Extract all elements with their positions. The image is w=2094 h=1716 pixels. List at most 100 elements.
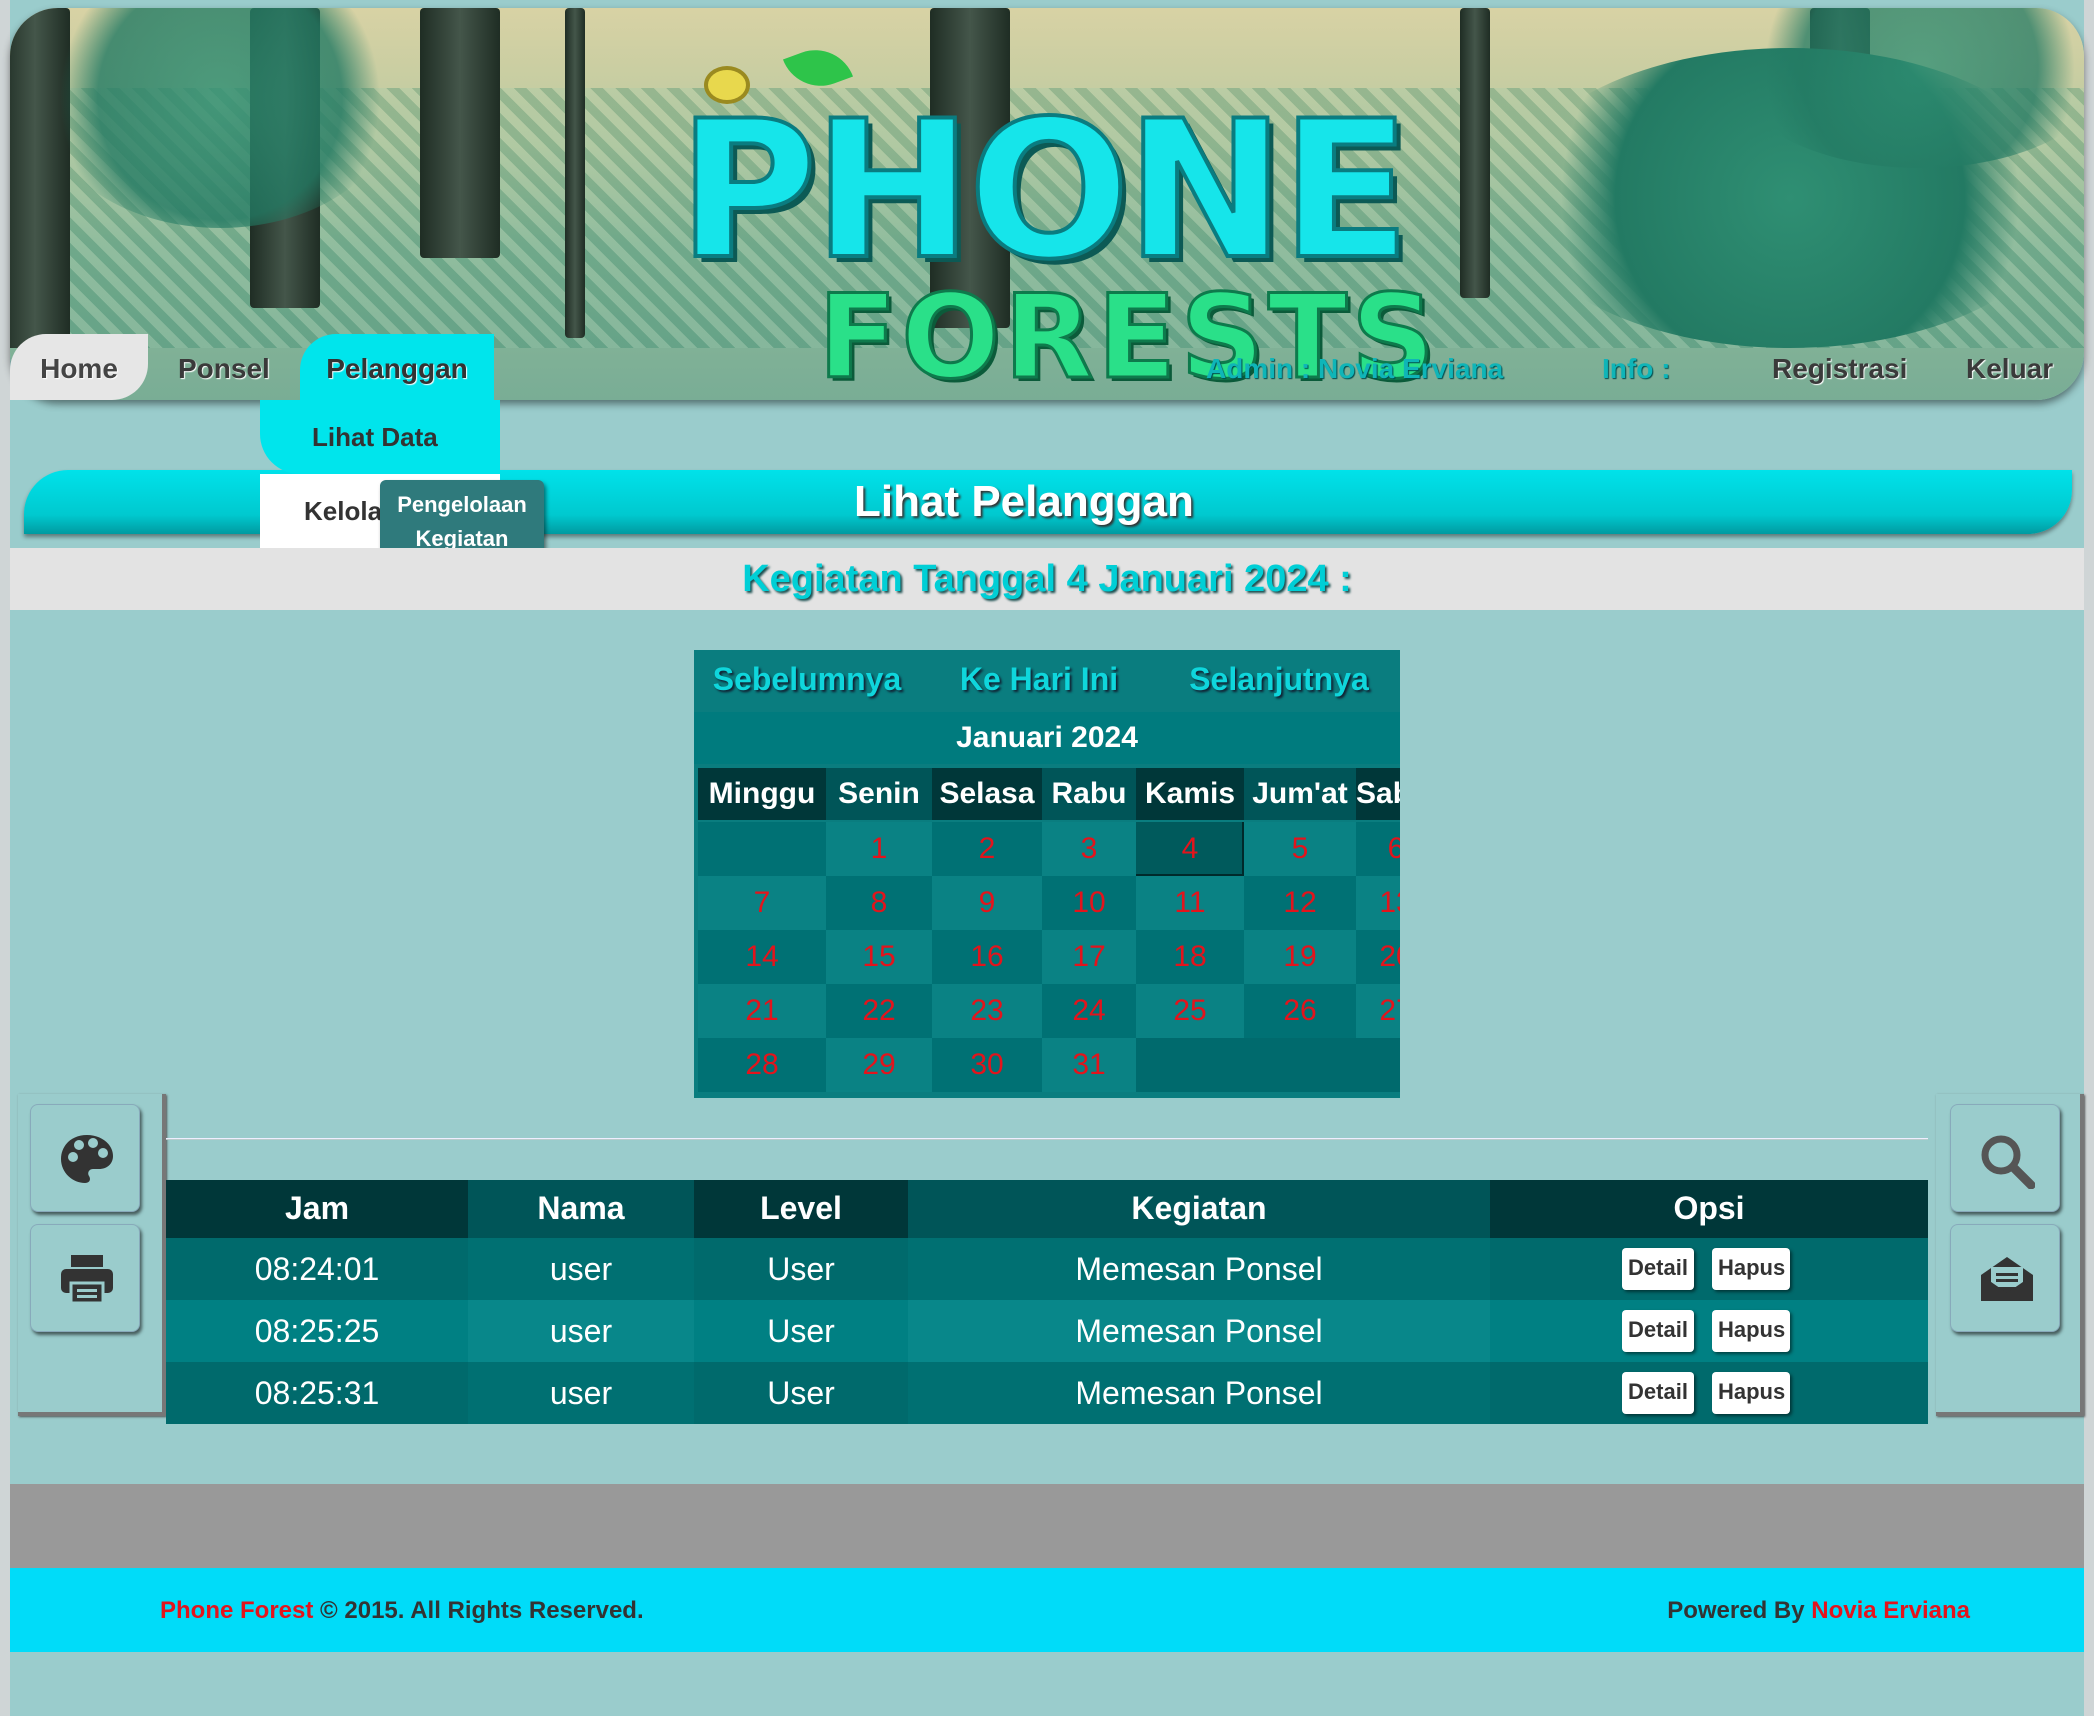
column-header-jam: Jam <box>166 1180 468 1238</box>
calendar-empty-cell <box>1136 1038 1244 1092</box>
calendar-day-cell[interactable]: 15 <box>826 930 932 984</box>
author-link[interactable]: Novia Erviana <box>1811 1597 1970 1624</box>
left-tool-panel <box>18 1094 166 1416</box>
table-cell-kegiatan: Memesan Ponsel <box>908 1300 1490 1362</box>
calendar-day-header: Sabtu <box>1356 768 1400 820</box>
detail-button[interactable]: Detail <box>1622 1310 1694 1352</box>
table-cell-level: User <box>694 1300 908 1362</box>
calendar-empty-cell <box>698 822 826 876</box>
hapus-button[interactable]: Hapus <box>1712 1310 1790 1352</box>
calendar-day-cell[interactable]: 30 <box>932 1038 1042 1092</box>
calendar-month: Januari 2024 <box>694 712 1400 764</box>
calendar-day-cell[interactable]: 29 <box>826 1038 932 1092</box>
calendar-day-cell[interactable]: 21 <box>698 984 826 1038</box>
calendar-next-link[interactable]: Selanjutnya <box>1158 650 1400 710</box>
copyright: Phone Forest © 2015. All Rights Reserved… <box>160 1568 644 1654</box>
column-header-kegiatan: Kegiatan <box>908 1180 1490 1238</box>
nav-registrasi[interactable]: Registrasi <box>1772 334 1907 400</box>
page-title: Lihat Pelanggan <box>854 477 1194 526</box>
calendar-day-cell[interactable]: 12 <box>1244 876 1356 930</box>
calendar-day-cell[interactable]: 16 <box>932 930 1042 984</box>
powered-by-text: Powered By <box>1667 1597 1812 1624</box>
admin-name-label: Admin : Novia Erviana <box>1206 353 1504 384</box>
nav-home[interactable]: Home <box>10 334 148 400</box>
calendar-day-cell[interactable]: 4 <box>1136 822 1244 876</box>
calendar-day-cell[interactable]: 6 <box>1356 822 1400 876</box>
nav-keluar[interactable]: Keluar <box>1966 334 2053 400</box>
column-header-nama: Nama <box>468 1180 694 1238</box>
calendar-day-cell[interactable]: 31 <box>1042 1038 1136 1092</box>
calendar-day-cell[interactable]: 3 <box>1042 822 1136 876</box>
calendar-day-cell[interactable]: 7 <box>698 876 826 930</box>
calendar-day-header: Rabu <box>1042 768 1136 820</box>
calendar-day-cell[interactable]: 13 <box>1356 876 1400 930</box>
calendar-day-cell[interactable]: 2 <box>932 822 1042 876</box>
calendar-day-cell[interactable]: 26 <box>1244 984 1356 1038</box>
nav-ponsel[interactable]: Ponsel <box>178 334 270 400</box>
calendar-day-header: Minggu <box>698 768 826 820</box>
calendar-day-cell[interactable]: 18 <box>1136 930 1244 984</box>
table-cell-nama: user <box>468 1362 694 1424</box>
calendar-day-cell[interactable]: 20 <box>1356 930 1400 984</box>
palette-icon <box>61 1135 113 1183</box>
calendar-day-cell[interactable]: 28 <box>698 1038 826 1092</box>
calendar-day-cell[interactable]: 25 <box>1136 984 1244 1038</box>
nav-pelanggan[interactable]: Pelanggan <box>300 334 494 400</box>
main-nav: Home Ponsel Pelanggan Admin : Novia Ervi… <box>10 334 2084 400</box>
mail-button[interactable] <box>1950 1224 2060 1332</box>
calendar-day-cell[interactable]: 17 <box>1042 930 1136 984</box>
table-cell-kegiatan: Memesan Ponsel <box>908 1362 1490 1424</box>
calendar: Sebelumnya Ke Hari Ini Selanjutnya Janua… <box>694 650 1400 1098</box>
calendar-day-cell[interactable]: 14 <box>698 930 826 984</box>
footer-spacer <box>10 1484 2084 1568</box>
table-cell-opsi: Detail Hapus <box>1490 1362 1928 1424</box>
calendar-empty-cell <box>1244 1038 1356 1092</box>
logo-text-phone: PHONE <box>676 80 1413 301</box>
powered-by: Powered By Novia Erviana <box>1667 1568 1970 1654</box>
calendar-day-cell[interactable]: 9 <box>932 876 1042 930</box>
table-cell-nama: user <box>468 1238 694 1300</box>
printer-icon <box>61 1255 113 1305</box>
calendar-day-header: Kamis <box>1136 768 1244 820</box>
calendar-day-cell[interactable]: 23 <box>932 984 1042 1038</box>
calendar-day-cell[interactable]: 8 <box>826 876 932 930</box>
calendar-today-link[interactable]: Ke Hari Ini <box>920 650 1158 710</box>
calendar-day-cell[interactable]: 10 <box>1042 876 1136 930</box>
detail-button[interactable]: Detail <box>1622 1248 1694 1290</box>
calendar-day-cell[interactable]: 22 <box>826 984 932 1038</box>
dropdown-lihat-data[interactable]: Lihat Data <box>260 400 500 474</box>
search-icon <box>1981 1135 2035 1189</box>
column-header-level: Level <box>694 1180 908 1238</box>
hapus-button[interactable]: Hapus <box>1712 1248 1790 1290</box>
divider <box>166 1138 1928 1140</box>
tooltip-line: Pengelolaan <box>397 492 527 517</box>
calendar-day-header: Senin <box>826 768 932 820</box>
calendar-empty-cell <box>1356 1038 1400 1092</box>
calendar-day-cell[interactable]: 1 <box>826 822 932 876</box>
theme-button[interactable] <box>30 1104 140 1212</box>
calendar-day-header: Jum'at <box>1244 768 1356 820</box>
calendar-day-cell[interactable]: 19 <box>1244 930 1356 984</box>
footer: Phone Forest © 2015. All Rights Reserved… <box>10 1568 2084 1652</box>
table-cell-kegiatan: Memesan Ponsel <box>908 1238 1490 1300</box>
table-cell-level: User <box>694 1362 908 1424</box>
print-button[interactable] <box>30 1224 140 1332</box>
right-tool-panel <box>1936 1094 2084 1416</box>
footer-brand-link[interactable]: Phone Forest <box>160 1597 313 1624</box>
table-cell-jam: 08:24:01 <box>166 1238 468 1300</box>
hapus-button[interactable]: Hapus <box>1712 1372 1790 1414</box>
activity-date-heading: Kegiatan Tanggal 4 Januari 2024 : <box>10 548 2084 610</box>
table-cell-opsi: Detail Hapus <box>1490 1300 1928 1362</box>
calendar-day-cell[interactable]: 24 <box>1042 984 1136 1038</box>
detail-button[interactable]: Detail <box>1622 1372 1694 1414</box>
nav-info[interactable]: Info : <box>1602 334 1670 400</box>
search-button[interactable] <box>1950 1104 2060 1212</box>
table-cell-opsi: Detail Hapus <box>1490 1238 1928 1300</box>
copyright-text: © 2015. All Rights Reserved. <box>313 1597 644 1624</box>
calendar-day-cell[interactable]: 11 <box>1136 876 1244 930</box>
table-cell-nama: user <box>468 1300 694 1362</box>
calendar-prev-link[interactable]: Sebelumnya <box>694 650 920 710</box>
mail-icon <box>1981 1257 2033 1301</box>
calendar-day-cell[interactable]: 5 <box>1244 822 1356 876</box>
calendar-day-cell[interactable]: 27 <box>1356 984 1400 1038</box>
